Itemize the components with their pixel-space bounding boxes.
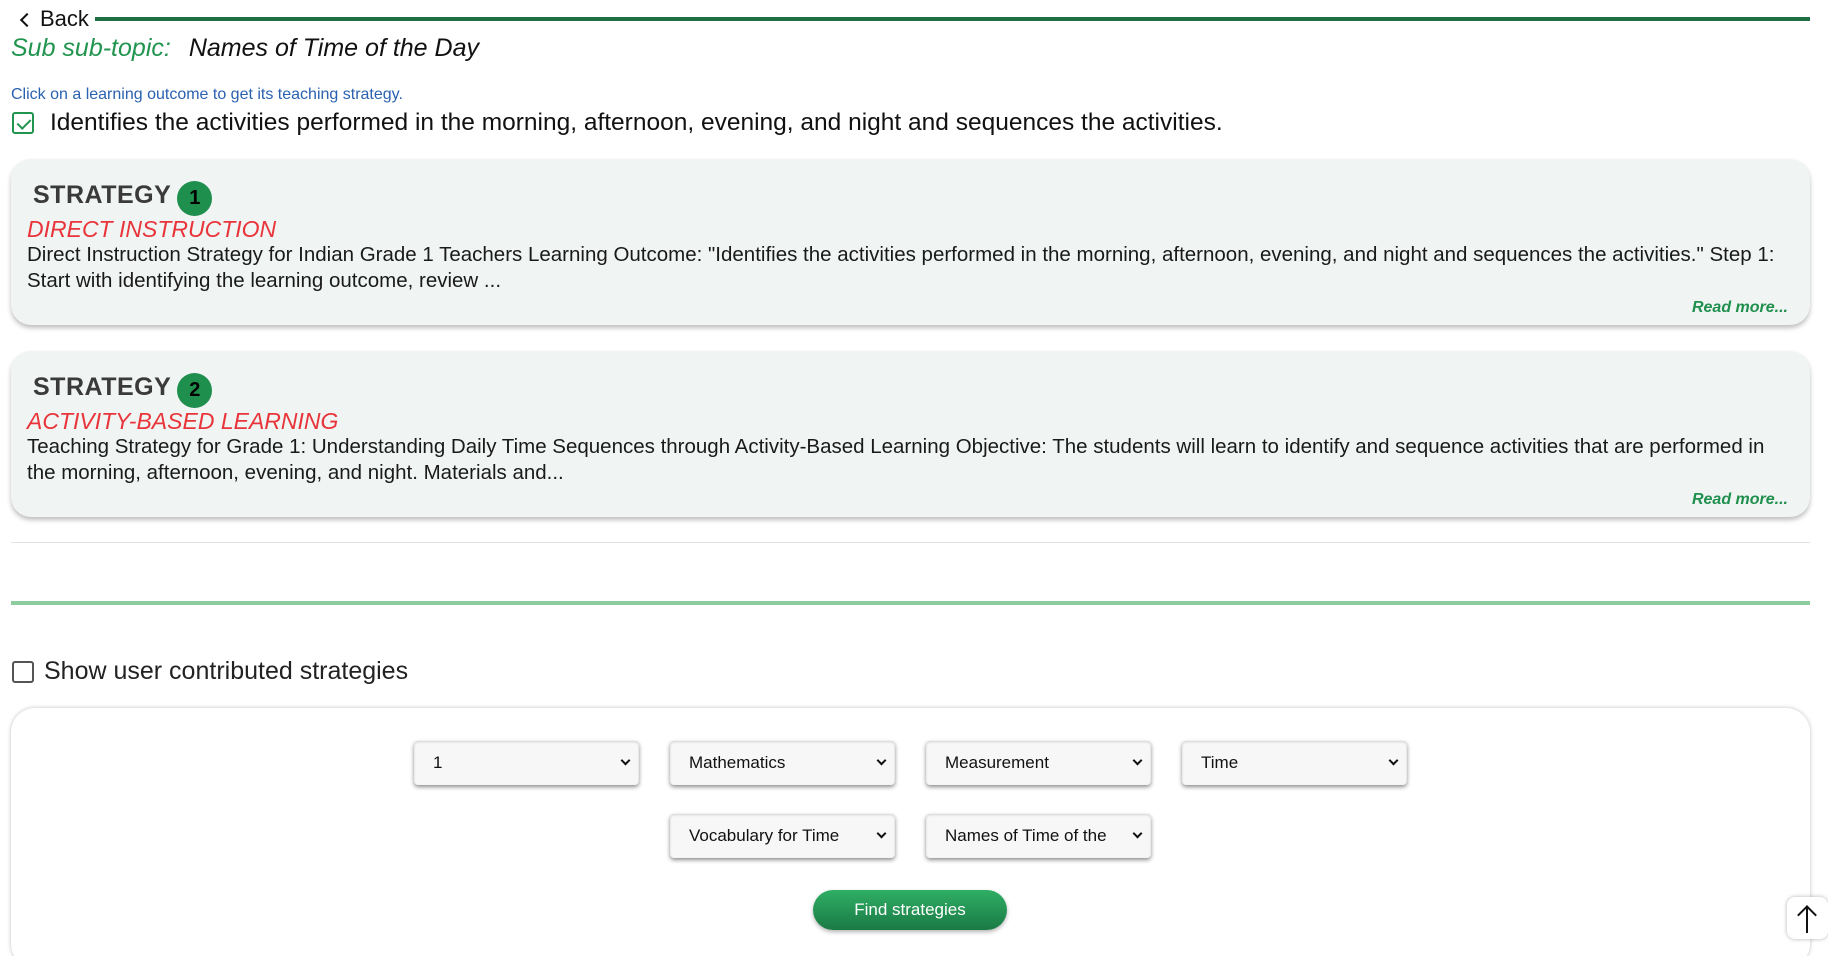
strategy-title: ACTIVITY-BASED LEARNING: [27, 408, 339, 434]
sub-sub-subtopic-select-value: Names of Time of the: [945, 826, 1107, 845]
topic-select[interactable]: Measurement: [926, 741, 1151, 785]
read-more-link[interactable]: Read more...: [1692, 491, 1788, 509]
strategy-description: Teaching Strategy for Grade 1: Understan…: [27, 435, 1765, 484]
section-divider: [11, 542, 1810, 543]
strategy-label: STRATEGY: [33, 181, 172, 209]
sub-sub-subtopic-select[interactable]: Names of Time of the: [926, 814, 1151, 858]
learning-outcome[interactable]: Identifies the activities performed in t…: [12, 109, 1223, 137]
back-button[interactable]: Back: [19, 6, 89, 32]
strategy-header: STRATEGY 1: [33, 175, 213, 216]
strategy-card-2: STRATEGY 2 ACTIVITY-BASED LEARNING Teach…: [11, 351, 1810, 517]
user-contributed-toggle[interactable]: Show user contributed strategies: [12, 657, 408, 686]
chevron-down-icon: [620, 755, 631, 766]
filter-panel: 1 Mathematics Measurement Time Vocabular…: [11, 708, 1810, 956]
grade-select-value: 1: [433, 753, 443, 772]
sub-subtopic-select-value: Vocabulary for Time: [689, 826, 840, 845]
strategy-card-1: STRATEGY 1 DIRECT INSTRUCTION Direct Ins…: [11, 159, 1810, 325]
subtopic-select[interactable]: Time: [1182, 741, 1407, 785]
subject-select[interactable]: Mathematics: [670, 741, 895, 785]
chevron-down-icon: [876, 755, 887, 766]
sub-subtopic-select[interactable]: Vocabulary for Time: [670, 814, 895, 858]
top-bar: Back: [0, 0, 1828, 32]
user-contributed-checkbox[interactable]: [12, 660, 34, 683]
user-contributed-label[interactable]: Show user contributed strategies: [44, 657, 408, 686]
read-more-link[interactable]: Read more...: [1692, 299, 1788, 317]
strategy-number-badge: 1: [177, 181, 213, 216]
subtopic-label: Sub sub-topic:: [11, 34, 171, 62]
subtopic-value: Names of Time of the Day: [188, 34, 479, 62]
strategy-label: STRATEGY: [33, 373, 172, 401]
header-divider: [95, 17, 1810, 21]
hint-text: Click on a learning outcome to get its t…: [11, 86, 403, 103]
chevron-left-icon: [19, 12, 35, 27]
strategy-title: DIRECT INSTRUCTION: [27, 216, 277, 242]
back-label: Back: [40, 6, 89, 31]
grade-select[interactable]: 1: [414, 741, 639, 785]
outcome-text[interactable]: Identifies the activities performed in t…: [50, 109, 1223, 137]
outcome-checkbox[interactable]: [12, 112, 34, 134]
strategy-number-badge: 2: [177, 373, 213, 408]
arrow-up-icon-head: [1797, 905, 1817, 925]
chevron-down-icon: [1132, 828, 1143, 839]
section-divider-accent: [11, 601, 1810, 605]
chevron-down-icon: [1132, 755, 1143, 766]
topic-select-value: Measurement: [945, 753, 1049, 772]
subtopic-heading: Sub sub-topic: Names of Time of the Day: [11, 34, 479, 63]
find-strategies-button[interactable]: Find strategies: [813, 890, 1007, 930]
chevron-down-icon: [1388, 755, 1399, 766]
chevron-down-icon: [876, 828, 887, 839]
strategy-description: Direct Instruction Strategy for Indian G…: [27, 243, 1775, 292]
subject-select-value: Mathematics: [689, 753, 786, 772]
subtopic-select-value: Time: [1201, 753, 1239, 772]
scroll-to-top-button[interactable]: [1787, 897, 1828, 939]
strategy-header: STRATEGY 2: [33, 367, 213, 408]
